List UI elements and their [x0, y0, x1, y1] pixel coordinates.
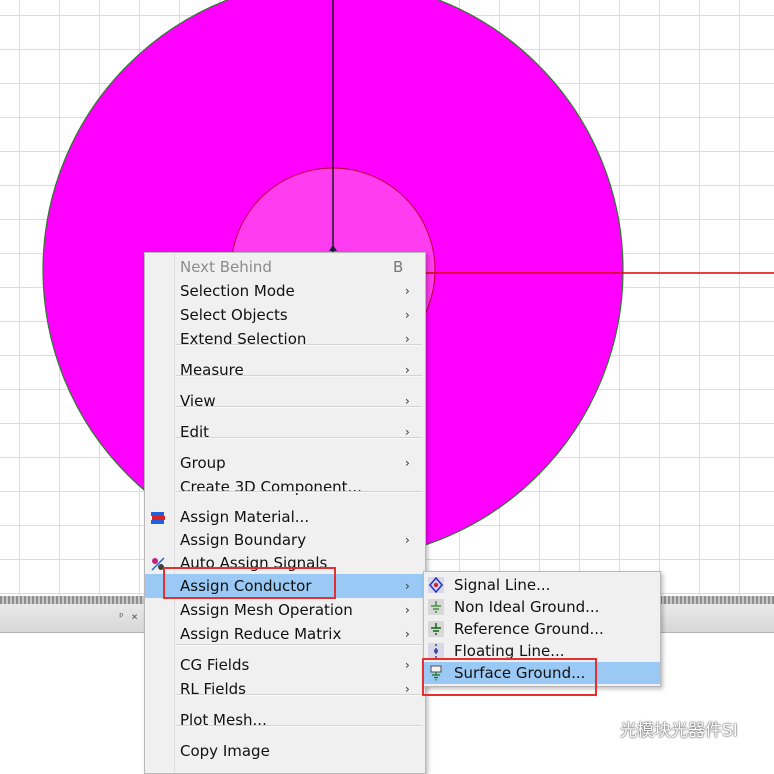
- menu-item-view[interactable]: View ›: [145, 389, 425, 413]
- menu-separator: [176, 375, 422, 377]
- menu-item-selection-mode[interactable]: Selection Mode ›: [145, 279, 425, 303]
- chevron-right-icon: ›: [405, 284, 410, 298]
- menu-item-label: Extend Selection: [180, 330, 307, 348]
- menu-item-label: RL Fields: [180, 680, 246, 698]
- reference-ground-icon: [428, 621, 444, 637]
- watermark: 光模块光器件SI: [586, 712, 738, 744]
- material-icon: [150, 509, 166, 525]
- menu-item-assign-mesh-operation[interactable]: Assign Mesh Operation ›: [145, 598, 425, 622]
- menu-item-label: Plot Mesh...: [180, 711, 267, 729]
- menu-item-select-objects[interactable]: Select Objects ›: [145, 303, 425, 327]
- menu-item-label: Selection Mode: [180, 282, 295, 300]
- menu-item-next-behind: Next Behind B: [145, 255, 425, 279]
- menu-item-assign-material[interactable]: Assign Material...: [145, 505, 425, 529]
- menu-separator: [176, 725, 422, 727]
- menu-item-copy-image[interactable]: Copy Image: [145, 739, 425, 763]
- menu-item-label: Measure: [180, 361, 244, 379]
- menu-item-label: Select Objects: [180, 306, 288, 324]
- menu-item-assign-boundary[interactable]: Assign Boundary ›: [145, 528, 425, 552]
- menu-item-label: Edit: [180, 423, 210, 441]
- chevron-right-icon: ›: [405, 394, 410, 408]
- menu-item-label: Assign Reduce Matrix: [180, 625, 342, 643]
- menu-item-label: Assign Mesh Operation: [180, 601, 353, 619]
- chevron-right-icon: ›: [405, 308, 410, 322]
- submenu-item-label: Signal Line...: [454, 576, 551, 594]
- menu-item-plot-mesh[interactable]: Plot Mesh...: [145, 708, 425, 732]
- submenu-item-signal-line[interactable]: Signal Line...: [424, 574, 660, 596]
- menu-item-measure[interactable]: Measure ›: [145, 358, 425, 382]
- menu-separator: [176, 644, 422, 646]
- chevron-right-icon: ›: [405, 603, 410, 617]
- chevron-right-icon: ›: [405, 456, 410, 470]
- chevron-right-icon: ›: [405, 682, 410, 696]
- menu-item-label: Create 3D Component...: [180, 478, 362, 496]
- chevron-right-icon: ›: [405, 363, 410, 377]
- menu-item-label: Copy Image: [180, 742, 270, 760]
- menu-separator: [176, 406, 422, 408]
- shortcut-key: B: [393, 258, 404, 276]
- chevron-right-icon: ›: [405, 425, 410, 439]
- non-ideal-ground-icon: [428, 599, 444, 615]
- submenu-item-reference-ground[interactable]: Reference Ground...: [424, 618, 660, 640]
- chevron-right-icon: ›: [405, 579, 410, 593]
- chevron-right-icon: ›: [405, 332, 410, 346]
- chevron-right-icon: ›: [405, 658, 410, 672]
- menu-item-label: Assign Boundary: [180, 531, 307, 549]
- annotation-box-surface-ground: [422, 658, 597, 696]
- submenu-item-label: Reference Ground...: [454, 620, 604, 638]
- submenu-item-label: Non Ideal Ground...: [454, 598, 600, 616]
- menu-item-cg-fields[interactable]: CG Fields ›: [145, 653, 425, 677]
- menu-item-label: Assign Material...: [180, 508, 310, 526]
- menu-separator: [176, 344, 422, 346]
- context-menu: Next Behind B Selection Mode › Select Object…: [144, 252, 426, 774]
- chat-bubble-icon: [587, 717, 613, 738]
- menu-item-group[interactable]: Group ›: [145, 451, 425, 475]
- pin-icon[interactable]: ᵖ ×: [118, 610, 138, 623]
- floating-line-icon: [428, 643, 444, 659]
- signal-line-icon: [428, 576, 444, 594]
- watermark-text: 光模块光器件SI: [620, 720, 738, 741]
- menu-item-assign-reduce-matrix[interactable]: Assign Reduce Matrix ›: [145, 622, 425, 646]
- menu-item-label: CG Fields: [180, 656, 250, 674]
- menu-item-label: Next Behind: [180, 258, 272, 276]
- submenu-item-non-ideal-ground[interactable]: Non Ideal Ground...: [424, 596, 660, 618]
- annotation-box-assign-conductor: [163, 567, 336, 599]
- menu-item-label: Group: [180, 454, 226, 472]
- chevron-right-icon: ›: [405, 627, 410, 641]
- menu-item-extend-selection[interactable]: Extend Selection ›: [145, 327, 425, 351]
- chevron-right-icon: ›: [405, 533, 410, 547]
- menu-item-rl-fields[interactable]: RL Fields ›: [145, 677, 425, 701]
- menu-separator: [176, 491, 422, 493]
- menu-item-label: View: [180, 392, 216, 410]
- menu-separator: [176, 437, 422, 439]
- menu-item-create-3d-component[interactable]: Create 3D Component...: [145, 475, 425, 499]
- menu-separator: [176, 694, 422, 696]
- menu-item-edit[interactable]: Edit ›: [145, 420, 425, 444]
